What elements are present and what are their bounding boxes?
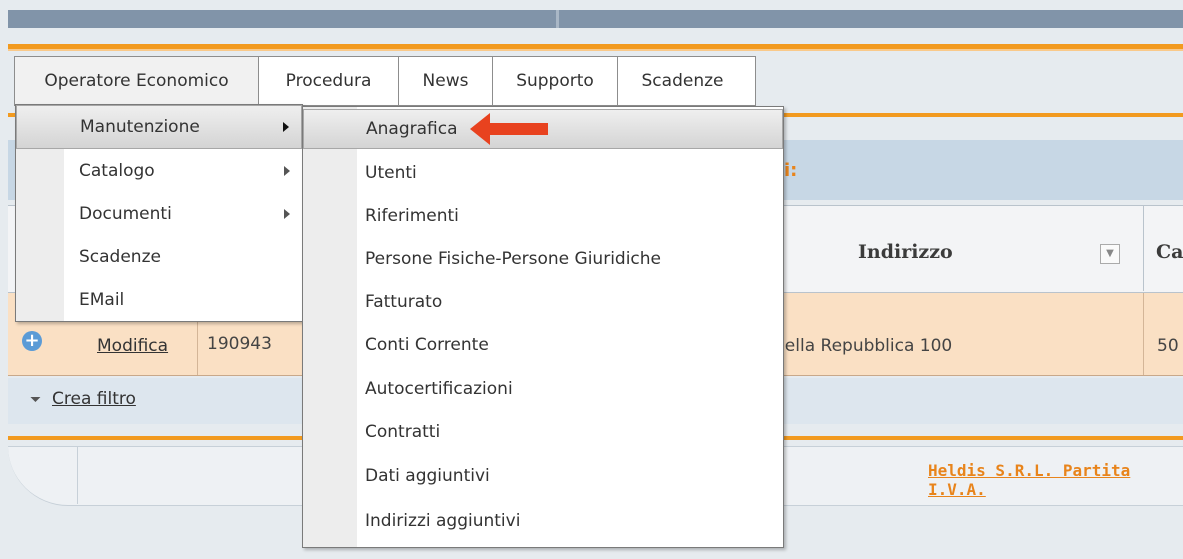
menu-item-label: Riferimenti — [365, 205, 459, 226]
menu-item-manutenzione[interactable]: Manutenzione — [16, 105, 302, 149]
submenu-manutenzione: Anagrafica Utenti Riferimenti Persone Fi… — [302, 106, 784, 548]
menu-tab-news[interactable]: News — [399, 57, 493, 105]
triangle-right-icon — [283, 122, 289, 132]
row-address-cell: della Repubblica 100 — [774, 336, 953, 356]
menu-item-label: Anagrafica — [366, 119, 458, 139]
menu-item-autocertificazioni[interactable]: Autocertificazioni — [303, 367, 783, 410]
menu-item-label: Catalogo — [79, 160, 155, 181]
menu-item-scadenze[interactable]: Scadenze — [16, 235, 302, 278]
main-menubar: Operatore Economico Procedura News Suppo… — [14, 56, 756, 106]
cell-divider — [1143, 293, 1144, 375]
section-title: i: — [784, 160, 798, 181]
menu-item-label: Contratti — [365, 421, 441, 442]
menu-item-dati-aggiuntivi[interactable]: Dati aggiuntivi — [303, 453, 783, 499]
footer-company-link[interactable]: Heldis S.R.L. Partita I.V.A. — [928, 461, 1183, 499]
crea-filtro-link[interactable]: Crea filtro — [52, 389, 136, 409]
menu-tab-procedura[interactable]: Procedura — [259, 57, 399, 105]
orange-divider-light — [8, 49, 1183, 51]
menu-item-label: Utenti — [365, 162, 417, 183]
menu-item-contratti[interactable]: Contratti — [303, 410, 783, 453]
top-banner — [8, 10, 1183, 28]
column-divider — [1143, 205, 1144, 291]
menu-item-label: Fatturato — [365, 291, 443, 312]
modifica-link[interactable]: Modifica — [97, 336, 168, 356]
menu-item-label: Documenti — [79, 203, 172, 224]
banner-divider — [556, 10, 559, 28]
funnel-icon[interactable]: ⏷ — [30, 392, 41, 408]
menu-item-email[interactable]: EMail — [16, 278, 302, 321]
red-arrow-left-icon — [470, 113, 548, 145]
menu-tab-operatore-economico[interactable]: Operatore Economico — [15, 57, 259, 105]
plus-circle-icon[interactable]: + — [22, 331, 42, 351]
triangle-right-icon — [284, 208, 290, 219]
menu-item-catalogo[interactable]: Catalogo — [16, 149, 302, 192]
menu-item-fatturato[interactable]: Fatturato — [303, 280, 783, 323]
triangle-right-icon — [284, 165, 290, 176]
menu-item-riferimenti[interactable]: Riferimenti — [303, 194, 783, 237]
dropdown-operatore-economico: Manutenzione Catalogo Documenti Scadenze… — [15, 104, 303, 322]
menu-item-label: Dati aggiuntivi — [365, 466, 490, 486]
menu-item-label: EMail — [79, 289, 125, 310]
column-header-next[interactable]: Ca — [1156, 241, 1183, 263]
row-id-cell: 190943 — [207, 334, 272, 354]
sort-dropdown-icon[interactable]: ▼ — [1100, 244, 1120, 264]
menu-item-label: Indirizzi aggiuntivi — [365, 511, 521, 531]
column-header-indirizzo[interactable]: Indirizzo — [858, 241, 953, 263]
menu-item-utenti[interactable]: Utenti — [303, 151, 783, 194]
menu-item-conti-corrente[interactable]: Conti Corrente — [303, 323, 783, 367]
menu-item-documenti[interactable]: Documenti — [16, 192, 302, 235]
menu-item-label: Conti Corrente — [365, 335, 489, 355]
menu-item-label: Scadenze — [79, 246, 161, 267]
menu-tab-supporto[interactable]: Supporto — [493, 57, 618, 105]
menu-item-persone-fisiche-giuridiche[interactable]: Persone Fisiche-Persone Giuridiche — [303, 237, 783, 280]
menu-item-label: Manutenzione — [80, 117, 200, 137]
row-next-cell: 50 — [1157, 336, 1179, 356]
menu-tab-scadenze[interactable]: Scadenze — [618, 57, 747, 105]
footer-divider — [77, 446, 78, 504]
menu-item-label: Persone Fisiche-Persone Giuridiche — [365, 248, 662, 269]
menu-item-label: Autocertificazioni — [365, 378, 513, 399]
menu-item-indirizzi-aggiuntivi[interactable]: Indirizzi aggiuntivi — [303, 499, 783, 543]
